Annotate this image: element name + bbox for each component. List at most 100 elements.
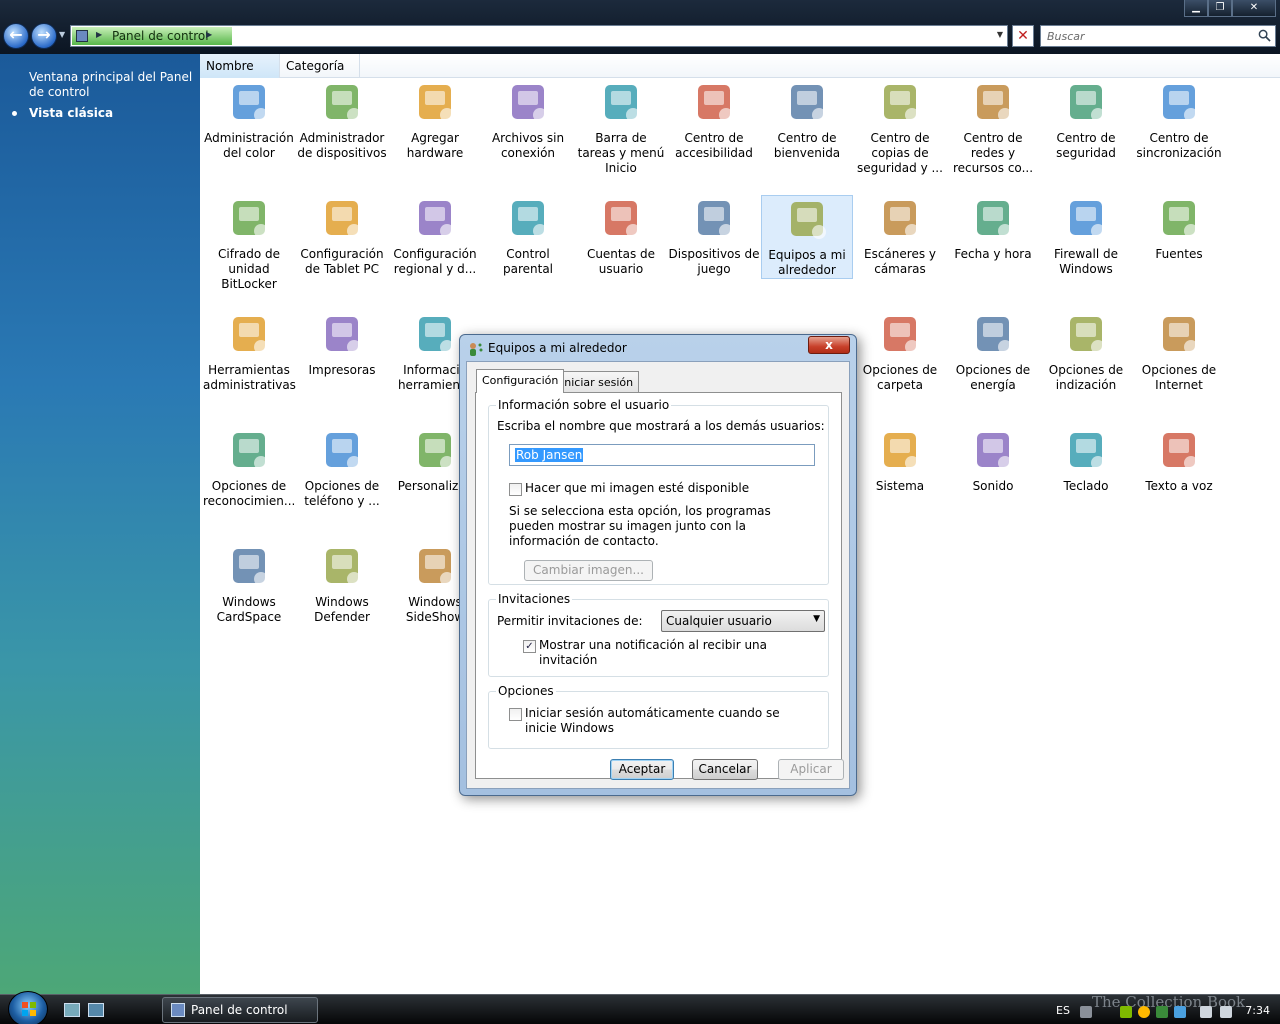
tab-iniciar-sesion[interactable]: Iniciar sesión (555, 371, 640, 393)
cp-item[interactable]: Escáneres y cámaras (854, 195, 946, 277)
cp-item[interactable]: Barra de tareas y menú Inicio (575, 79, 667, 176)
taskbar-button-control-panel[interactable]: Panel de control (162, 997, 318, 1023)
language-indicator[interactable]: ES (1056, 1004, 1070, 1017)
network-tray-icon[interactable] (1120, 1006, 1132, 1018)
display-name-field[interactable]: Rob Jansen (509, 444, 815, 466)
update-tray-icon[interactable] (1174, 1006, 1186, 1018)
people-near-me-icon (791, 202, 826, 239)
cp-item-label: Cuentas de usuario (586, 247, 656, 276)
cp-item[interactable]: Opciones de Internet (1133, 311, 1225, 393)
cp-item[interactable]: Archivos sin conexión (482, 79, 574, 161)
control-panel-home-link[interactable]: Ventana principal del Panel de control (29, 70, 195, 100)
cp-item[interactable]: Teclado (1040, 427, 1132, 494)
cp-item-label: Centro de bienvenida (773, 131, 841, 160)
cp-item[interactable]: Fuentes (1133, 195, 1225, 262)
notify-invitation-checkbox[interactable]: ✓ (523, 640, 536, 653)
keyboard-tray-icon[interactable] (1080, 1006, 1092, 1018)
cp-item[interactable]: Opciones de energía (947, 311, 1039, 393)
cp-item[interactable]: Dispositivos de juego (668, 195, 760, 277)
recent-pages-dropdown-icon[interactable]: ▼ (59, 30, 65, 39)
cp-item[interactable]: Configuración de Tablet PC (296, 195, 388, 277)
share-picture-label[interactable]: Hacer que mi imagen esté disponible (525, 481, 749, 496)
breadcrumb-arrow-icon[interactable]: ▶ (96, 30, 102, 39)
cp-item[interactable]: Centro de copias de seguridad y ... (854, 79, 946, 176)
cp-item[interactable]: Centro de bienvenida (761, 79, 853, 161)
cp-item[interactable]: Texto a voz (1133, 427, 1225, 494)
cancel-button[interactable]: Cancelar (692, 759, 758, 780)
cp-item[interactable]: Agregar hardware (389, 79, 481, 161)
apply-button[interactable]: Aplicar (778, 759, 844, 780)
address-bar[interactable]: ▶ Panel de control ▶ ▼ (70, 25, 1008, 47)
cp-item[interactable]: Cifrado de unidad BitLocker (203, 195, 295, 292)
security-tray-icon[interactable] (1138, 1006, 1150, 1018)
cp-item[interactable]: Administrador de dispositivos (296, 79, 388, 161)
cp-item[interactable]: Impresoras (296, 311, 388, 378)
forward-button[interactable]: → (31, 23, 57, 49)
clock[interactable]: 7:34 (1245, 1004, 1270, 1017)
back-button[interactable]: ← (3, 23, 29, 49)
display-tray-icon[interactable] (1200, 1006, 1212, 1018)
cp-item-label: Firewall de Windows (1053, 247, 1119, 276)
taskbar-start-menu-icon (605, 85, 640, 122)
cp-item[interactable]: Cuentas de usuario (575, 195, 667, 277)
notify-invitation-label[interactable]: Mostrar una notificación al recibir una … (539, 638, 828, 668)
show-desktop-icon[interactable] (64, 1003, 80, 1017)
cp-item[interactable]: Centro de sincronización (1133, 79, 1225, 161)
firewall-icon (1070, 201, 1105, 238)
stop-icon[interactable]: ✕ (1012, 25, 1034, 47)
address-dropdown-icon[interactable]: ▼ (997, 30, 1003, 39)
cp-item[interactable]: Administración del color (203, 79, 295, 161)
tab-configuracion[interactable]: Configuración (476, 369, 565, 393)
parental-control-icon (512, 201, 547, 238)
volume-tray-icon[interactable] (1220, 1006, 1232, 1018)
cp-item[interactable]: Centro de seguridad (1040, 79, 1132, 161)
cp-item[interactable]: Equipos a mi alrededor (761, 195, 853, 279)
maximize-button[interactable]: ❐ (1208, 0, 1232, 17)
cp-item-label: Opciones de teléfono y ... (304, 479, 380, 508)
search-input[interactable]: Buscar (1040, 25, 1276, 47)
start-button[interactable] (8, 991, 48, 1024)
cp-item[interactable]: Opciones de reconocimien... (203, 427, 295, 509)
windows-logo-icon (22, 1002, 36, 1016)
cp-item[interactable]: Opciones de carpeta (854, 311, 946, 393)
cp-item[interactable]: Configuración regional y d... (389, 195, 481, 277)
cp-item[interactable]: Sistema (854, 427, 946, 494)
cp-item[interactable]: Control parental (482, 195, 574, 277)
cp-item[interactable]: Firewall de Windows (1040, 195, 1132, 277)
cp-item[interactable]: Herramientas administrativas (203, 311, 296, 393)
cp-item[interactable]: Opciones de indización (1040, 311, 1132, 393)
cp-item[interactable]: Centro de redes y recursos co... (947, 79, 1039, 176)
cp-item[interactable]: Windows Defender (296, 543, 388, 625)
allow-invitations-label: Permitir invitaciones de: (497, 614, 643, 628)
cp-item-label: Sonido (972, 479, 1014, 493)
cp-item[interactable]: Opciones de teléfono y ... (296, 427, 388, 509)
cp-item[interactable]: Windows CardSpace (203, 543, 295, 625)
cp-item[interactable]: Centro de accesibilidad (668, 79, 760, 161)
cp-item-label: Sistema (875, 479, 925, 493)
cp-item-label: Centro de copias de seguridad y ... (857, 131, 943, 175)
breadcrumb-control-panel[interactable]: Panel de control (112, 29, 209, 43)
cp-item-label: Configuración de Tablet PC (300, 247, 384, 276)
change-picture-button[interactable]: Cambiar imagen... (524, 560, 653, 581)
auto-signin-checkbox[interactable] (509, 708, 522, 721)
minimize-button[interactable]: ▁ (1184, 0, 1208, 17)
auto-signin-label[interactable]: Iniciar sesión automáticamente cuando se… (525, 706, 815, 736)
cp-item[interactable]: Sonido (947, 427, 1039, 494)
switch-windows-icon[interactable] (88, 1003, 104, 1017)
share-picture-checkbox[interactable] (509, 483, 522, 496)
search-icon[interactable] (1258, 29, 1271, 42)
close-window-button[interactable]: ✕ (1232, 0, 1276, 17)
dialog-body: Configuración Iniciar sesión Información… (466, 361, 850, 789)
column-category-header[interactable]: Categoría (280, 54, 360, 78)
backup-center-icon (884, 85, 919, 122)
allow-invitations-select[interactable]: Cualquier usuario ▼ (661, 610, 825, 632)
breadcrumb-arrow-icon[interactable]: ▶ (206, 30, 212, 39)
dialog-close-button[interactable]: x (808, 336, 850, 354)
address-path-segment[interactable]: ▶ Panel de control ▶ (72, 27, 232, 45)
cp-item-label: Administración del color (204, 131, 294, 160)
cp-item[interactable]: Fecha y hora (947, 195, 1039, 262)
classic-view-link[interactable]: Vista clásica (29, 106, 113, 120)
ok-button[interactable]: Aceptar (610, 759, 674, 780)
column-name-header[interactable]: Nombre (200, 54, 280, 78)
people-tray-icon[interactable] (1156, 1006, 1168, 1018)
